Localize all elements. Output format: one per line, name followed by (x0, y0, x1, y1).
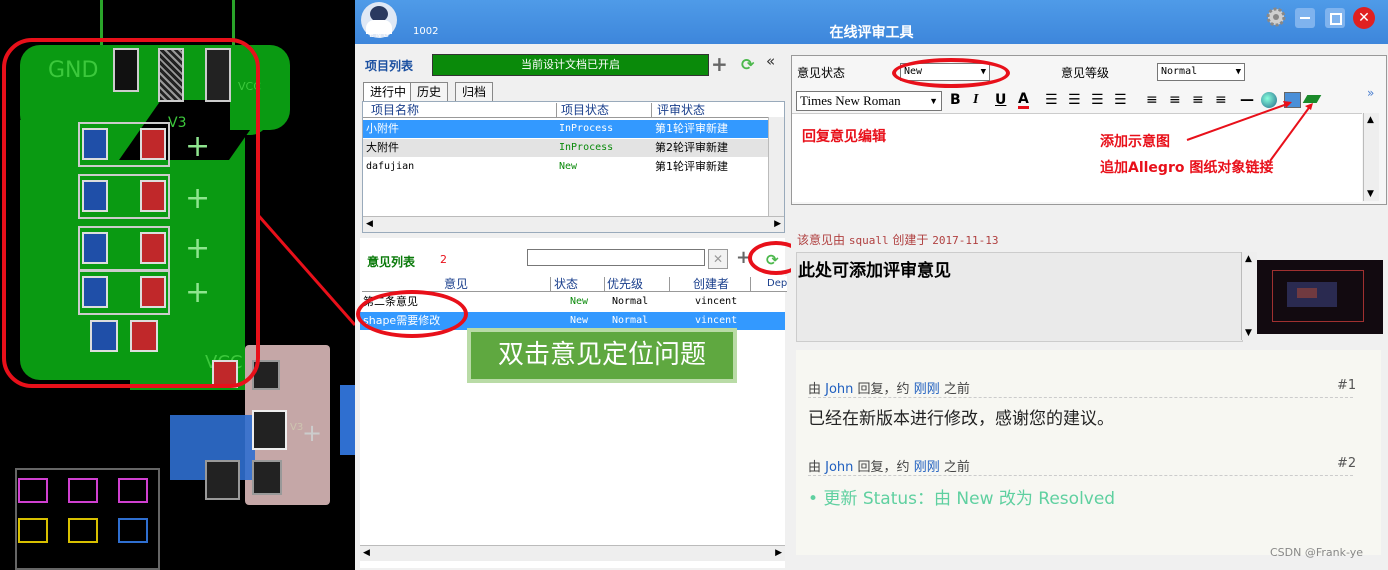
reply-number: #1 (1337, 378, 1357, 393)
attached-screenshot-thumbnail[interactable] (1257, 260, 1383, 334)
reply-number: #2 (1337, 456, 1357, 471)
status-change-text: • 更新 Status：由 New 改为 Resolved (808, 489, 1116, 509)
watermark: CSDN @Frank-ye (1270, 546, 1364, 559)
bullet-icon: • (808, 489, 824, 509)
comment-body-text: 此处可添加评审意见 (798, 261, 951, 281)
comment-meta: 该意见由 squall 创建于 2017-11-13 (797, 233, 999, 247)
reply-meta: 由 John 回复，约 刚刚 之前 (808, 460, 970, 475)
reply-meta: 由 John 回复，约 刚刚 之前 (808, 382, 970, 397)
editor-scrollbar[interactable]: ▲ ▼ (1363, 113, 1379, 201)
pcb-layout-view: GND VCC V3 VCC V3 + + + + + (0, 0, 355, 570)
reply-text: 已经在新版本进行修改，感谢您的建议。 (808, 409, 1114, 429)
body-scrollbar[interactable]: ▲ ▼ (1241, 252, 1257, 340)
annotation-line (256, 214, 355, 326)
